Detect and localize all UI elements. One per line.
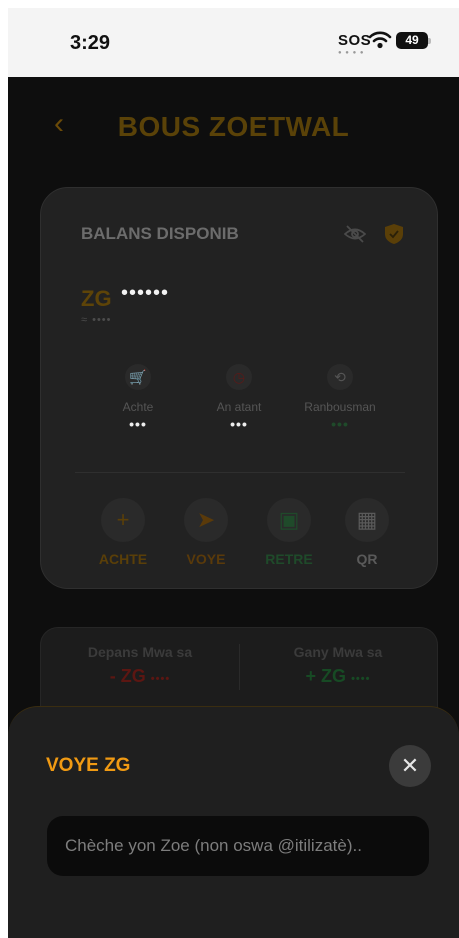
wallet-screen: ‹ BOUS ZOETWAL BALANS DISPONIB ZG ••••••… [8, 77, 459, 938]
sos-indicator: SOS [338, 32, 372, 49]
stat-label: Achte [122, 400, 154, 414]
qr-code-icon: ▦ [345, 498, 389, 542]
buy-button[interactable]: + ACHTE [87, 498, 159, 567]
action-label: VOYE [186, 551, 226, 567]
qr-button[interactable]: ▦ QR [331, 498, 403, 567]
earnings-amount: + ZG [305, 666, 347, 686]
send-button[interactable]: ➤ VOYE [170, 498, 242, 567]
withdraw-button[interactable]: ▣ RETRE [253, 498, 325, 567]
battery-cap [428, 38, 431, 44]
masked-converted: ≈ •••• [81, 314, 112, 326]
close-icon[interactable]: ✕ [389, 745, 431, 787]
recipient-search[interactable] [47, 816, 429, 876]
clock-icon: ◷ [226, 364, 252, 390]
action-label: RETRE [265, 551, 313, 567]
spending-value: - ZG •••• [41, 666, 239, 687]
refund-icon: ⟲ [327, 364, 353, 390]
send-bottom-sheet: VOYE ZG ✕ [8, 706, 459, 938]
withdraw-icon: ▣ [267, 498, 311, 542]
spending-summary: Depans Mwa sa - ZG •••• [41, 644, 239, 687]
status-bar: 3:29 SOS ● ● ● ● 49 [8, 8, 459, 77]
send-icon: ➤ [184, 498, 228, 542]
phone-frame: 3:29 SOS ● ● ● ● 49 ‹ BOUS ZOETWAL BALAN… [8, 8, 459, 938]
cart-icon: 🛒 [125, 364, 151, 390]
stat-value: ••• [230, 416, 248, 432]
balance-card: BALANS DISPONIB ZG •••••• ≈ •••• 🛒 Achte… [40, 187, 438, 589]
stat-refunds: ⟲ Ranbousman ••• [285, 364, 395, 432]
battery-icon: 49 [396, 32, 428, 49]
earnings-mask: •••• [351, 673, 371, 685]
status-time: 3:29 [70, 32, 111, 54]
earnings-value: + ZG •••• [239, 666, 437, 687]
spending-amount: - ZG [109, 666, 146, 686]
sheet-title: VOYE ZG [46, 755, 131, 776]
currency-code: ZG [81, 286, 112, 311]
action-label: ACHTE [98, 551, 148, 567]
spending-label: Depans Mwa sa [87, 644, 193, 660]
signal-dots: ● ● ● ● [338, 50, 365, 56]
plus-icon: + [101, 498, 145, 542]
stat-label: Ranbousman [304, 400, 376, 414]
spending-mask: •••• [150, 673, 171, 685]
divider [75, 472, 405, 473]
balance-label: BALANS DISPONIB [81, 224, 239, 243]
eye-slash-icon[interactable] [344, 225, 366, 243]
stat-value: ••• [129, 416, 147, 432]
earnings-summary: Gany Mwa sa + ZG •••• [239, 644, 437, 687]
search-input[interactable] [47, 816, 427, 876]
stat-pending: ◷ An atant ••• [184, 364, 294, 432]
page-title: BOUS ZOETWAL [117, 111, 350, 142]
stat-purchases: 🛒 Achte ••• [83, 364, 193, 432]
shield-icon[interactable] [384, 223, 404, 245]
masked-balance: •••••• [121, 282, 170, 304]
wifi-icon [368, 31, 392, 49]
action-label: QR [356, 551, 378, 567]
stat-label: An atant [216, 400, 262, 414]
stat-value: ••• [331, 416, 349, 432]
earnings-label: Gany Mwa sa [293, 644, 383, 660]
